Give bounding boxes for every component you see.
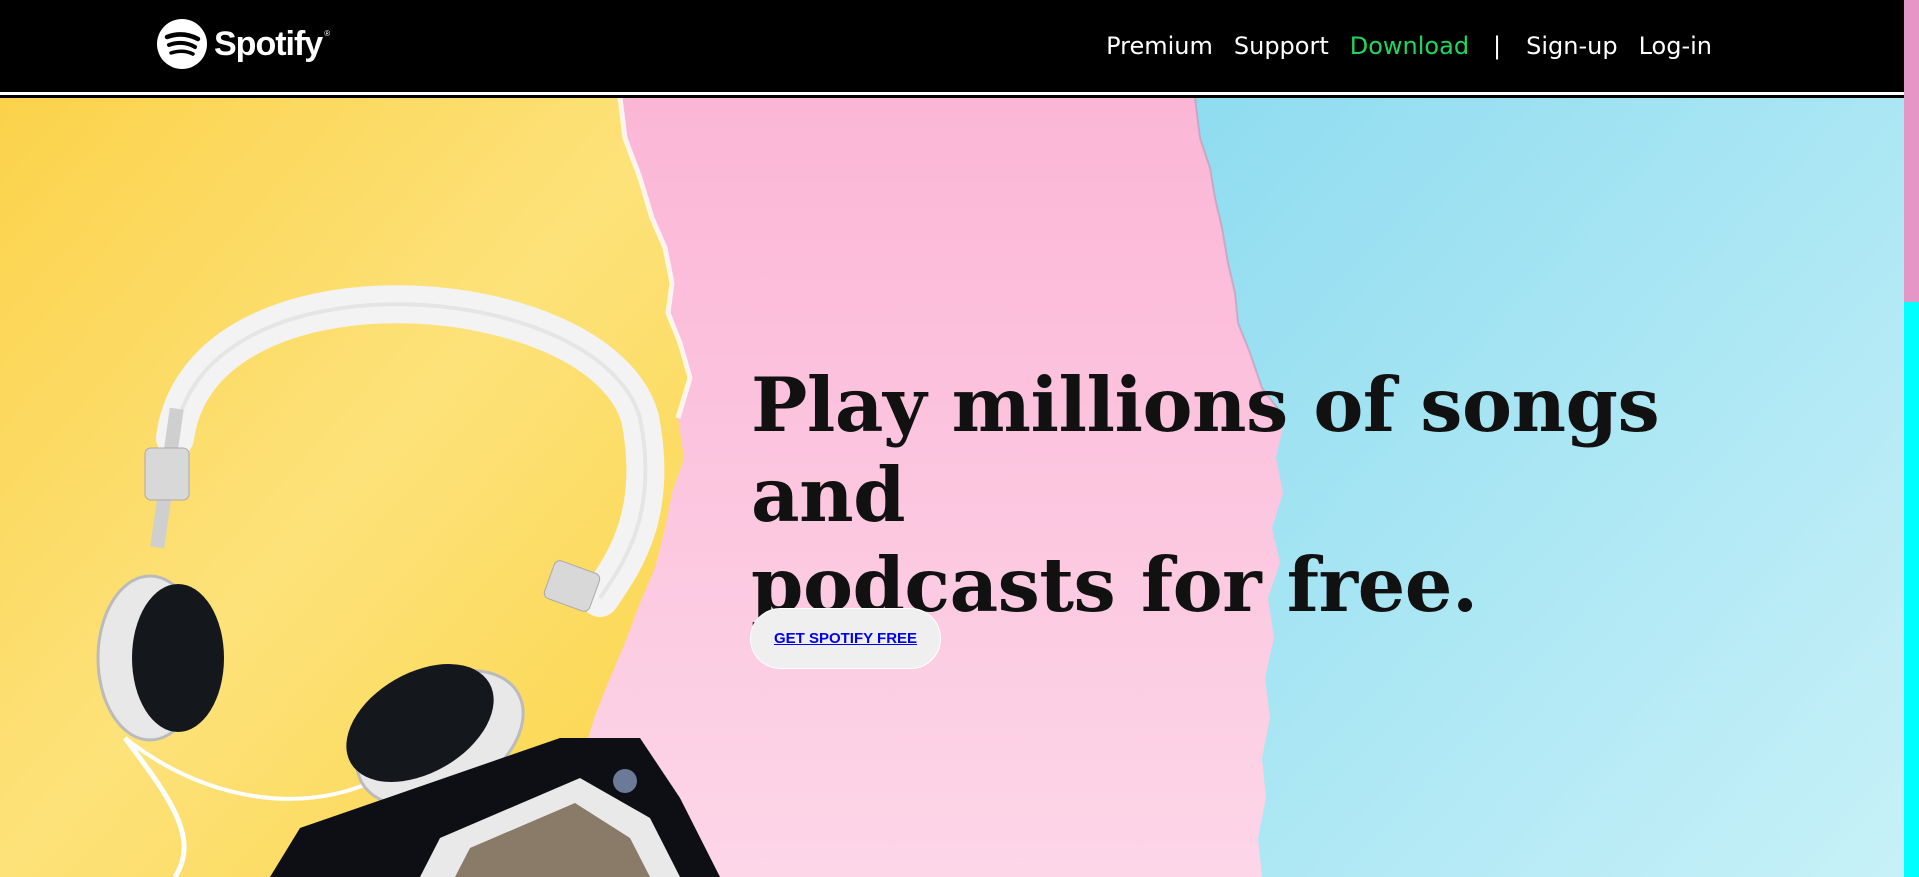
nav-signup[interactable]: Sign-up bbox=[1526, 26, 1617, 66]
logo-wordmark: Spotify bbox=[214, 24, 323, 63]
scrollbar-thumb[interactable] bbox=[1904, 0, 1919, 302]
nav-support[interactable]: Support bbox=[1234, 26, 1329, 66]
page-scrollbar[interactable] bbox=[1904, 0, 1919, 877]
page: Spotify ® Premium Support Download | Sig… bbox=[0, 0, 1904, 877]
spotify-logo-icon bbox=[157, 19, 207, 69]
headline-line-1: Play millions of songs and bbox=[751, 361, 1660, 539]
hero-section: Play millions of songs and podcasts for … bbox=[0, 98, 1904, 877]
nav-separator: | bbox=[1493, 32, 1502, 60]
nav-login[interactable]: Log-in bbox=[1639, 26, 1712, 66]
hero-headline: Play millions of songs and podcasts for … bbox=[751, 360, 1751, 630]
logo-registered-mark: ® bbox=[324, 29, 331, 38]
site-header: Spotify ® Premium Support Download | Sig… bbox=[0, 0, 1904, 95]
spotify-logo[interactable]: Spotify ® bbox=[156, 17, 330, 71]
nav-download[interactable]: Download bbox=[1350, 26, 1469, 66]
get-spotify-free-button[interactable]: GET SPOTIFY FREE bbox=[750, 608, 941, 669]
nav-premium[interactable]: Premium bbox=[1106, 26, 1213, 66]
main-nav: Premium Support Download | Sign-up Log-i… bbox=[1106, 26, 1712, 66]
